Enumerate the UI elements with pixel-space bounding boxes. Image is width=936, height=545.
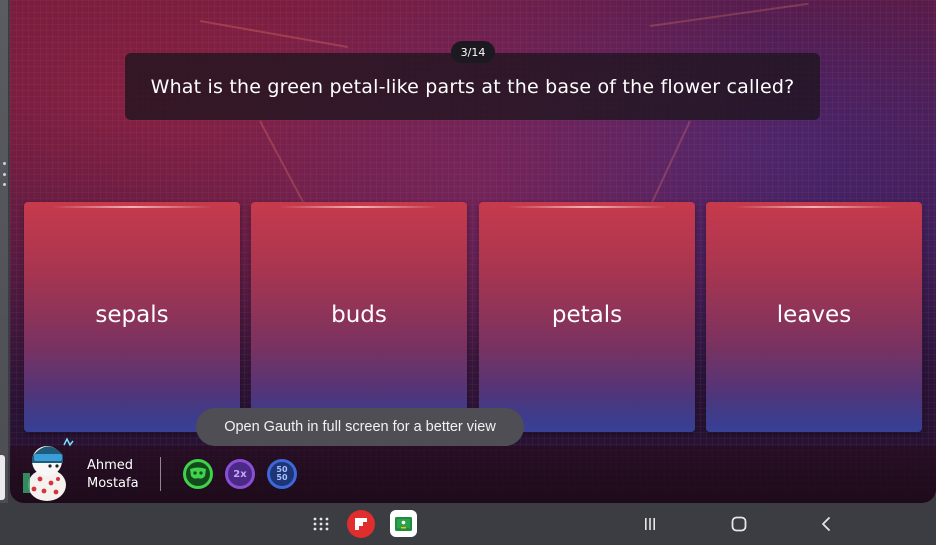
avatar-icon xyxy=(23,437,74,501)
answer-options: sepals buds petals leaves xyxy=(24,202,922,432)
player-name: Ahmed Mostafa xyxy=(87,457,139,493)
fifty-fifty-bottom-label: 50 xyxy=(276,473,288,482)
answer-option-1[interactable]: sepals xyxy=(24,202,240,432)
back-icon[interactable] xyxy=(817,515,835,533)
fifty-fifty-powerup-button[interactable]: 50 50 xyxy=(267,459,297,489)
android-nav-bar xyxy=(0,503,936,545)
player-last-name: Mostafa xyxy=(87,476,139,491)
split-screen-left-edge xyxy=(0,0,8,506)
home-icon[interactable] xyxy=(729,515,749,533)
google-classroom-app-icon[interactable] xyxy=(390,510,417,537)
player-first-name: Ahmed xyxy=(87,458,134,473)
double-points-powerup-button[interactable]: 2x xyxy=(225,459,255,489)
answer-label: buds xyxy=(331,302,387,328)
answer-option-4[interactable]: leaves xyxy=(706,202,922,432)
app-drawer-icon[interactable] xyxy=(311,514,331,534)
question-text: What is the green petal-like parts at th… xyxy=(125,53,820,120)
left-panel-edge xyxy=(0,455,5,500)
flipboard-app-icon[interactable] xyxy=(347,510,375,538)
avatar xyxy=(20,433,76,503)
answer-label: leaves xyxy=(776,302,852,328)
double-points-icon: 2x xyxy=(233,468,247,480)
answer-label: sepals xyxy=(95,302,169,328)
mask-powerup-button[interactable] xyxy=(183,459,213,489)
mask-icon xyxy=(190,467,206,479)
recents-icon[interactable] xyxy=(641,515,659,533)
question-counter: 3/14 xyxy=(451,41,495,63)
footer-divider xyxy=(160,457,161,491)
split-handle-icon[interactable] xyxy=(2,162,6,186)
player-footer xyxy=(10,446,936,503)
answer-option-3[interactable]: petals xyxy=(479,202,695,432)
answer-label: petals xyxy=(551,302,623,328)
fullscreen-toast: Open Gauth in full screen for a better v… xyxy=(196,408,524,446)
question-label: What is the green petal-like parts at th… xyxy=(150,75,795,98)
answer-option-2[interactable]: buds xyxy=(251,202,467,432)
